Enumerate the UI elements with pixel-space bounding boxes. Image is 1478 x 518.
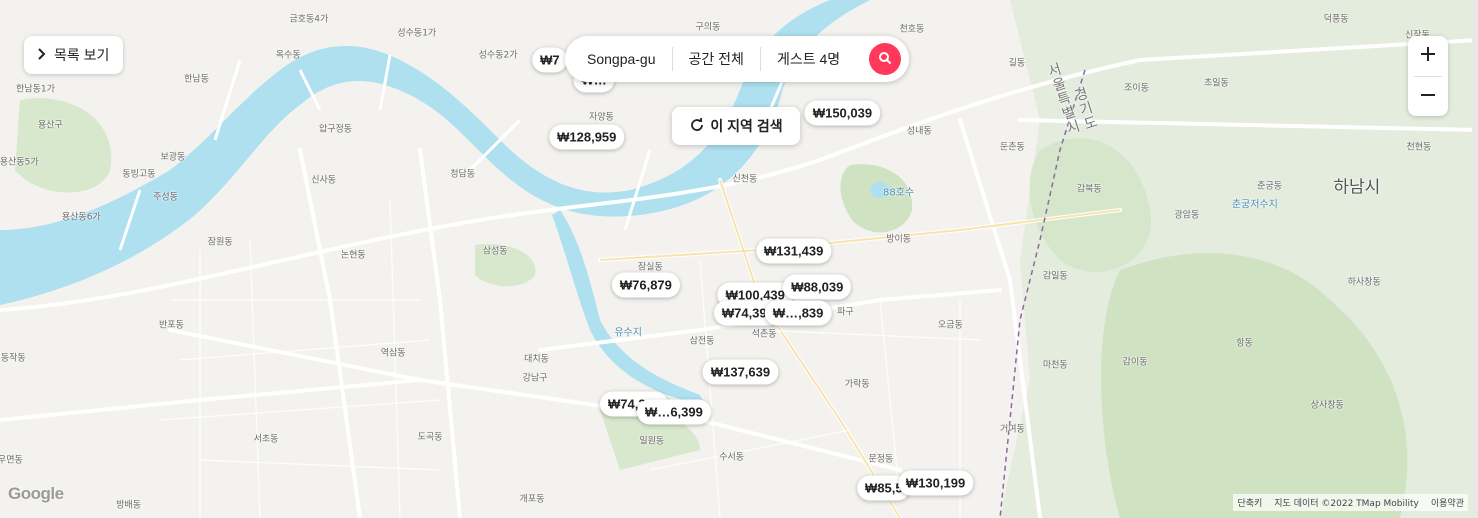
search-guests[interactable]: 게스트 4명 — [777, 49, 840, 69]
price-marker[interactable]: ₩137,639 — [702, 359, 779, 385]
place-label: 오금동 — [937, 320, 963, 331]
place-label: 압구정동 — [318, 124, 353, 135]
divider — [671, 47, 673, 71]
place-label: 강남구 — [522, 373, 548, 384]
place-label: 감북동 — [1076, 184, 1102, 195]
place-label: 광암동 — [1174, 210, 1200, 221]
water-label: 춘궁저수지 — [1231, 199, 1278, 211]
place-label: 신천동 — [732, 174, 758, 185]
place-label: 반포동 — [159, 320, 184, 331]
keyboard-shortcuts-link[interactable]: 단축키 — [1237, 496, 1262, 509]
place-label: 보광동 — [160, 152, 186, 163]
place-label: 수서동 — [719, 452, 745, 463]
google-logo: Google — [8, 484, 64, 503]
place-label: 하사창동 — [1347, 277, 1381, 288]
search-bar[interactable]: Songpa-gu 공간 전체 게스트 4명 — [565, 36, 909, 82]
place-label: 성수동2가 — [478, 50, 518, 61]
place-label: 논현동 — [340, 250, 366, 261]
place-label: 용산동6가 — [61, 212, 101, 223]
price-marker[interactable]: ₩…6,399 — [637, 399, 711, 425]
place-label: 가락동 — [844, 379, 870, 390]
place-label: 길동 — [1008, 58, 1026, 69]
map-attribution: 단축키 지도 데이터 ©2022 TMap Mobility 이용약관 — [1233, 494, 1468, 511]
list-view-button[interactable]: 목록 보기 — [24, 36, 124, 74]
place-label: 구의동 — [695, 22, 721, 33]
price-marker[interactable]: ₩…,839 — [764, 300, 832, 326]
place-label: 잠실동 — [637, 262, 663, 273]
place-label: 한남동1가 — [16, 84, 55, 95]
place-label: 하남시 — [1333, 177, 1381, 198]
place-label: 자양동 — [589, 112, 614, 123]
place-label: 초일동 — [1203, 78, 1229, 89]
scrollbar[interactable] — [1472, 0, 1478, 518]
terms-link[interactable]: 이용약관 — [1431, 496, 1464, 509]
place-label: 잠원동 — [207, 237, 233, 248]
place-label: 석촌동 — [751, 329, 777, 340]
price-marker[interactable]: ₩7 — [532, 47, 568, 73]
place-label: 신사동 — [311, 175, 337, 186]
place-label: 방배동 — [116, 500, 141, 511]
search-this-area-button[interactable]: 이 지역 검색 — [672, 107, 800, 145]
place-label: 파구 — [837, 307, 854, 318]
place-label: 항동 — [1236, 338, 1253, 349]
price-marker[interactable]: ₩128,959 — [549, 124, 625, 150]
search-this-area-label: 이 지역 검색 — [710, 118, 783, 134]
place-label: 서초동 — [253, 434, 279, 445]
refresh-icon — [689, 117, 705, 136]
place-label: 도곡동 — [417, 432, 443, 443]
place-label: 대치동 — [524, 354, 549, 365]
place-label: 천호동 — [899, 24, 925, 35]
search-location[interactable]: Songpa-gu — [587, 51, 656, 67]
place-label: 성내동 — [906, 126, 932, 137]
chevron-right-icon — [34, 47, 48, 64]
place-label: 둔촌동 — [1000, 142, 1025, 153]
price-marker[interactable]: ₩88,039 — [783, 274, 852, 300]
list-view-label: 목록 보기 — [54, 47, 110, 63]
price-marker[interactable]: ₩131,439 — [756, 238, 832, 264]
search-icon — [878, 51, 892, 68]
place-label: 용산구 — [37, 120, 63, 131]
place-label: 동빙고동 — [122, 169, 156, 180]
place-label: 청담동 — [450, 169, 476, 180]
search-space-type[interactable]: 공간 전체 — [689, 49, 744, 69]
place-label: 옥수동 — [275, 50, 301, 61]
place-label: 덕풍동 — [1323, 14, 1349, 25]
place-label: 동작동 — [0, 353, 26, 364]
place-label: 용산동5가 — [0, 157, 39, 168]
place-label: 삼전동 — [689, 336, 715, 347]
place-label: 마천동 — [1042, 360, 1068, 371]
place-label: 감일동 — [1042, 271, 1068, 282]
place-label: 한남동 — [184, 74, 209, 85]
place-label: 역삼동 — [380, 348, 406, 359]
zoom-control — [1408, 36, 1448, 116]
place-label: 일원동 — [639, 436, 665, 447]
place-label: 삼성동 — [482, 246, 508, 257]
place-label: 우면동 — [0, 455, 23, 466]
place-label: 성수동1가 — [397, 28, 437, 39]
price-marker[interactable]: ₩130,199 — [897, 470, 974, 496]
place-label: 금호동4가 — [289, 14, 329, 25]
zoom-in-button[interactable] — [1408, 36, 1448, 76]
price-marker[interactable]: ₩150,039 — [804, 100, 881, 126]
minus-icon — [1419, 86, 1437, 108]
water-label: 유수지 — [614, 327, 642, 339]
plus-icon — [1419, 45, 1437, 67]
water-label: 88호수 — [883, 187, 915, 199]
place-label: 주성동 — [153, 192, 178, 203]
place-label: 상사창동 — [1310, 400, 1344, 411]
place-label: 방이동 — [886, 234, 912, 245]
place-label: 천현동 — [1406, 142, 1432, 153]
place-label: 문정동 — [868, 454, 894, 465]
place-label: 조이동 — [1124, 83, 1149, 94]
place-label: 감이동 — [1122, 357, 1148, 368]
place-label: 춘궁동 — [1257, 181, 1283, 192]
search-button[interactable] — [869, 43, 901, 75]
map-data-text: 지도 데이터 ©2022 TMap Mobility — [1274, 499, 1419, 509]
place-label: 거여동 — [1000, 424, 1025, 435]
place-label: 개포동 — [519, 494, 545, 505]
price-marker[interactable]: ₩76,879 — [611, 272, 680, 298]
divider — [759, 47, 761, 71]
zoom-out-button[interactable] — [1408, 77, 1448, 116]
